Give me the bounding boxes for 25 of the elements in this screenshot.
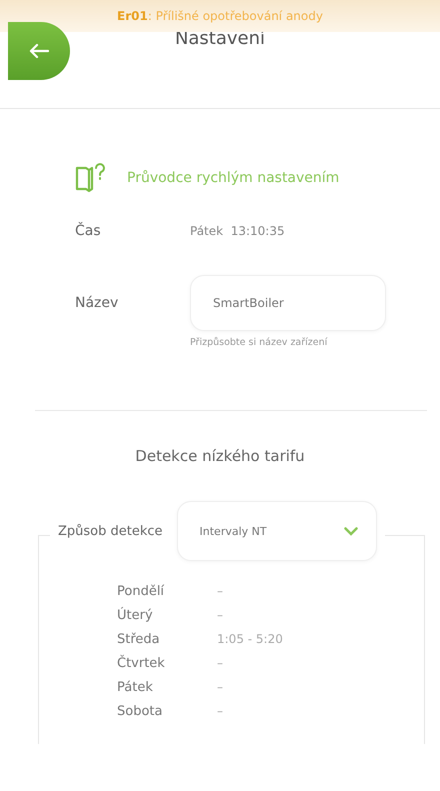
detection-method-label: Způsob detekce	[58, 524, 163, 538]
time-value: Pátek 13:10:35	[190, 224, 285, 238]
detection-method-dropdown[interactable]: Intervaly NT	[176, 501, 377, 561]
name-label: Název	[75, 295, 120, 311]
error-banner: Er01: Přílišné opotřebování anody	[0, 0, 440, 32]
back-arrow-icon	[29, 43, 49, 59]
day-label: Pondělí	[117, 584, 166, 599]
interval-value: –	[217, 704, 224, 719]
day-label: Čtvrtek	[117, 656, 166, 671]
name-field[interactable]: SmartBoiler	[190, 275, 386, 331]
name-hint: Přizpůsobte si název zařízení	[190, 337, 328, 348]
interval-value: –	[217, 680, 224, 695]
book-question-icon	[75, 163, 107, 193]
time-label: Čas	[75, 223, 102, 239]
interval-value: –	[217, 656, 224, 671]
interval-value: –	[217, 584, 224, 599]
back-button[interactable]	[8, 22, 70, 80]
day-label: Středa	[117, 632, 161, 647]
chevron-down-icon	[344, 526, 358, 536]
interval-value: 1:05 - 5:20	[217, 632, 284, 647]
day-label: Pátek	[117, 680, 154, 695]
section-heading: Detekce nízkého tarifu	[134, 447, 306, 465]
interval-value: –	[217, 608, 224, 623]
day-label: Sobota	[117, 704, 164, 719]
day-label: Úterý	[117, 608, 154, 623]
